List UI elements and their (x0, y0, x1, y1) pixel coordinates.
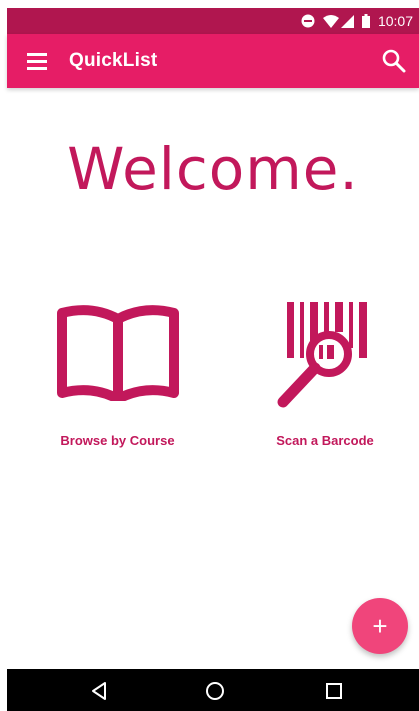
wifi-icon (322, 14, 339, 28)
back-icon[interactable] (89, 680, 111, 702)
battery-icon (361, 14, 370, 28)
menu-icon[interactable] (27, 53, 47, 70)
open-book-icon (56, 305, 179, 401)
status-bar: 10:07 (7, 8, 419, 34)
app-title: QuickList (69, 50, 158, 71)
recents-icon[interactable] (323, 680, 345, 702)
home-icon[interactable] (204, 680, 226, 702)
screen-margin (0, 0, 7, 711)
system-nav-bar (7, 669, 419, 711)
browse-by-course-label: Browse by Course (60, 433, 175, 448)
signal-icon (340, 14, 354, 28)
add-fab-button[interactable]: + (352, 598, 408, 654)
welcome-heading: Welcome. (67, 135, 359, 203)
add-icon: + (372, 611, 388, 641)
do-not-disturb-icon (301, 14, 315, 28)
scan-a-barcode-label: Scan a Barcode (276, 433, 374, 448)
app-bar: QuickList (7, 34, 419, 88)
search-icon[interactable] (381, 48, 407, 74)
scan-a-barcode-button[interactable]: Scan a Barcode (255, 298, 395, 455)
status-time: 10:07 (377, 13, 413, 29)
barcode-scan-icon (277, 302, 367, 408)
browse-by-course-button[interactable]: Browse by Course (50, 305, 185, 455)
